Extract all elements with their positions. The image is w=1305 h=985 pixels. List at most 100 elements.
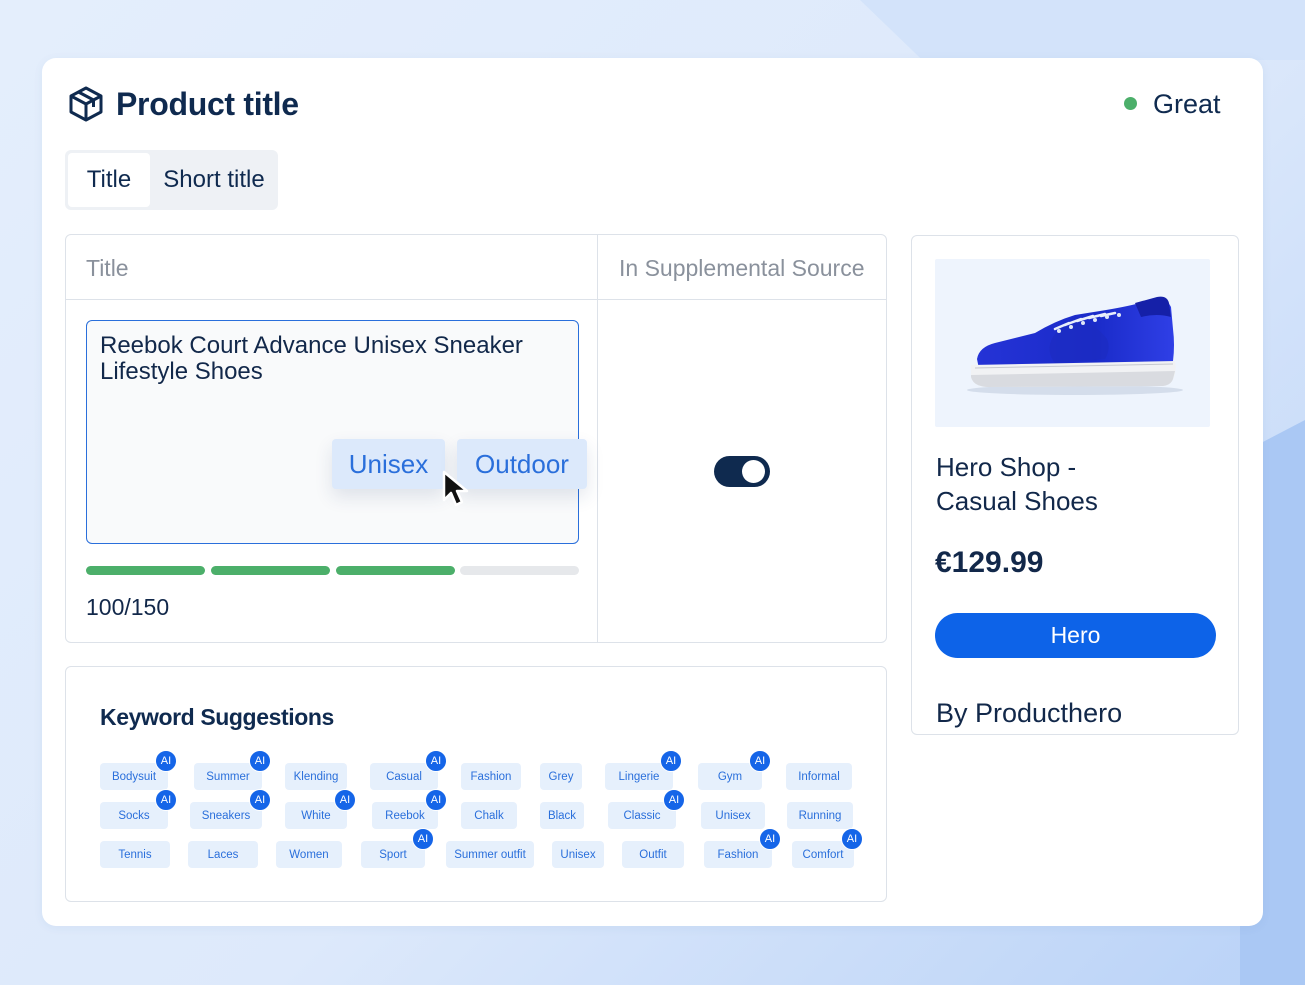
- ai-badge: AI: [425, 750, 447, 772]
- keyword-chip-unisex[interactable]: Unisex: [701, 802, 765, 829]
- ai-badge: AI: [412, 828, 434, 850]
- keyword-chip-grey[interactable]: Grey: [540, 763, 582, 790]
- keyword-label: Socks: [118, 809, 150, 822]
- keyword-chip-sneakers[interactable]: Sneakers AI: [190, 789, 271, 829]
- suggestion-chip-outdoor[interactable]: Outdoor: [457, 439, 587, 489]
- product-name-line-1: Hero Shop -: [936, 452, 1077, 482]
- ai-badge: AI: [425, 789, 447, 811]
- keyword-chip-unisex-2[interactable]: Unisex: [552, 841, 604, 868]
- keyword-label: Running: [798, 809, 842, 822]
- keyword-chip-outfit[interactable]: Outfit: [622, 841, 684, 868]
- progress-segment-2: [211, 566, 330, 575]
- keyword-chip-women[interactable]: Women: [276, 841, 342, 868]
- keyword-chip-tennis[interactable]: Tennis: [100, 841, 170, 868]
- keyword-chip-fashion[interactable]: Fashion: [461, 763, 521, 790]
- ai-badge: AI: [155, 789, 177, 811]
- page-title: Product title: [116, 86, 299, 122]
- ai-badge: AI: [155, 750, 177, 772]
- tab-title[interactable]: Title: [68, 153, 150, 207]
- keyword-chip-klending[interactable]: Klending: [285, 763, 347, 790]
- ai-badge: AI: [249, 789, 271, 811]
- background-shape-top: [860, 0, 1305, 60]
- keyword-label: Black: [547, 809, 577, 822]
- keyword-chip-summer-outfit[interactable]: Summer outfit: [446, 841, 534, 868]
- character-counter: 100/150: [86, 594, 170, 620]
- keyword-label: Sport: [379, 848, 407, 861]
- keyword-label: Chalk: [474, 809, 504, 822]
- keyword-chip-reebok[interactable]: Reebok AI: [372, 789, 447, 829]
- keyword-label: Grey: [548, 770, 574, 783]
- keyword-chip-running[interactable]: Running: [787, 802, 853, 829]
- keyword-label: Bodysuit: [111, 770, 157, 783]
- keyword-label: Informal: [798, 770, 840, 783]
- keyword-label: Klending: [293, 770, 339, 783]
- product-name: Hero Shop - Casual Shoes: [936, 450, 1216, 518]
- product-price: €129.99: [935, 546, 1044, 579]
- product-image: [935, 259, 1210, 427]
- supplemental-source-toggle[interactable]: [714, 456, 770, 487]
- keyword-label: Summer outfit: [454, 848, 526, 861]
- keyword-chip-lingerie[interactable]: Lingerie AI: [605, 750, 682, 790]
- keyword-chip-white[interactable]: White AI: [285, 789, 356, 829]
- keyword-suggestions-title: Keyword Suggestions: [100, 704, 334, 730]
- keyword-chip-bodysuit[interactable]: Bodysuit AI: [100, 750, 177, 790]
- keyword-label: Tennis: [118, 848, 152, 861]
- keyword-chip-black[interactable]: Black: [540, 802, 584, 829]
- keyword-chip-casual[interactable]: Casual AI: [370, 750, 447, 790]
- keyword-chip-sport[interactable]: Sport AI: [361, 828, 434, 868]
- toggle-knob: [742, 460, 765, 483]
- ai-badge: AI: [759, 828, 781, 850]
- keyword-chip-classic[interactable]: Classic AI: [608, 789, 685, 829]
- keyword-label: Casual: [386, 770, 422, 783]
- keyword-label: Sneakers: [201, 809, 251, 822]
- keyword-chip-laces[interactable]: Laces: [188, 841, 258, 868]
- row-divider: [66, 299, 886, 300]
- title-input[interactable]: Reebok Court Advance Unisex Sneaker Life…: [86, 320, 579, 544]
- product-preview-card: Hero Shop - Casual Shoes €129.99 Hero By…: [911, 235, 1239, 735]
- tab-short-title[interactable]: Short title: [153, 153, 275, 207]
- keyword-label: Unisex: [715, 809, 751, 822]
- ai-badge: AI: [841, 828, 863, 850]
- keyword-chip-informal[interactable]: Informal: [786, 763, 852, 790]
- keyword-label: White: [301, 809, 331, 822]
- column-header-supplemental-source: In Supplemental Source: [619, 255, 865, 281]
- keyword-suggestions-panel: Keyword Suggestions Bodysuit AI Summer AI …: [65, 666, 887, 902]
- keyword-label: Women: [289, 848, 329, 861]
- keyword-label: Reebok: [385, 809, 425, 822]
- mouse-cursor-icon: [442, 470, 469, 507]
- keyword-label: Fashion: [717, 848, 759, 861]
- keyword-label: Fashion: [470, 770, 512, 783]
- keyword-chip-socks[interactable]: Socks AI: [100, 789, 177, 829]
- keyword-label: Gym: [717, 770, 743, 783]
- keyword-label: Summer: [206, 770, 250, 783]
- status-label: Great: [1153, 89, 1221, 119]
- keyword-label: Unisex: [560, 848, 596, 861]
- column-divider: [597, 235, 598, 642]
- status-dot: [1124, 97, 1137, 110]
- ai-badge: AI: [334, 789, 356, 811]
- keyword-label: Classic: [623, 809, 661, 822]
- keyword-chip-chalk[interactable]: Chalk: [461, 802, 517, 829]
- progress-segment-3: [336, 566, 455, 575]
- keyword-label: Lingerie: [618, 770, 660, 783]
- keyword-label: Outfit: [639, 848, 667, 861]
- hero-button[interactable]: Hero: [935, 613, 1216, 658]
- sneaker-icon: [967, 296, 1183, 395]
- product-name-line-2: Casual Shoes: [936, 486, 1098, 516]
- ai-badge: AI: [660, 750, 682, 772]
- keyword-chip-summer[interactable]: Summer AI: [194, 750, 271, 790]
- box-icon: [69, 86, 103, 122]
- keyword-chip-comfort[interactable]: Comfort AI: [792, 828, 863, 868]
- tab-bar: Title Short title: [65, 150, 278, 210]
- column-header-title: Title: [86, 255, 129, 281]
- keyword-chip-gym[interactable]: Gym AI: [698, 750, 771, 790]
- keyword-label: Laces: [207, 848, 239, 861]
- by-line: By Producthero: [936, 698, 1123, 728]
- keyword-chip-fashion-2[interactable]: Fashion AI: [704, 828, 781, 868]
- title-table: Title In Supplemental Source Reebok Cour…: [65, 234, 887, 643]
- ai-badge: AI: [249, 750, 271, 772]
- suggestion-chip-unisex[interactable]: Unisex: [332, 439, 445, 489]
- progress-segment-4: [460, 566, 579, 575]
- keyword-label: Comfort: [802, 848, 844, 861]
- ai-badge: AI: [749, 750, 771, 772]
